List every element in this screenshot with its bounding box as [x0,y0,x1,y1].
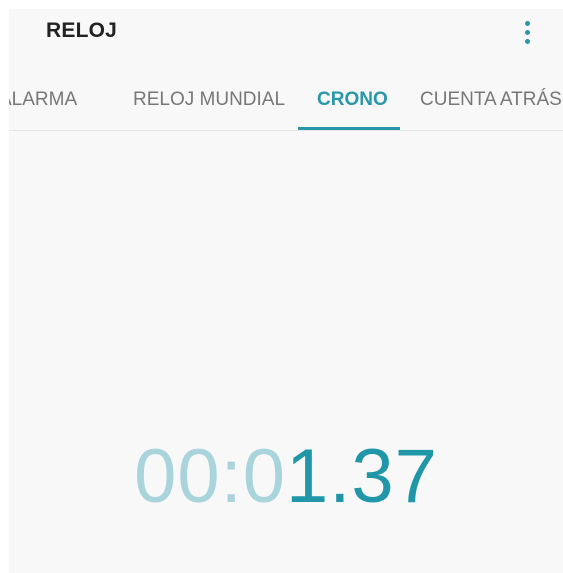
more-vert-icon-dot [524,38,530,44]
app-title: RELOJ [46,19,118,42]
tab-bar: ALARMA RELOJ MUNDIAL CRONO CUENTA ATRÁS [9,73,563,131]
more-options-button[interactable] [513,14,541,50]
more-vert-icon [524,20,530,26]
tab-crono[interactable]: CRONO [317,89,388,111]
stopwatch-screen: RELOJ ALARMA RELOJ MUNDIAL CRONO CUENTA … [9,9,563,573]
tab-alarma[interactable]: ALARMA [9,89,77,111]
tab-cuenta-atras[interactable]: CUENTA ATRÁS [420,89,562,111]
tab-reloj-mundial[interactable]: RELOJ MUNDIAL [133,89,285,111]
stopwatch-time-active: 1.37 [286,434,438,519]
stopwatch-time-inactive: 00:0 [134,434,286,519]
stopwatch-time-display: 00:01.37 [9,431,563,523]
more-vert-icon-dot [524,29,530,35]
tab-divider [9,130,563,131]
